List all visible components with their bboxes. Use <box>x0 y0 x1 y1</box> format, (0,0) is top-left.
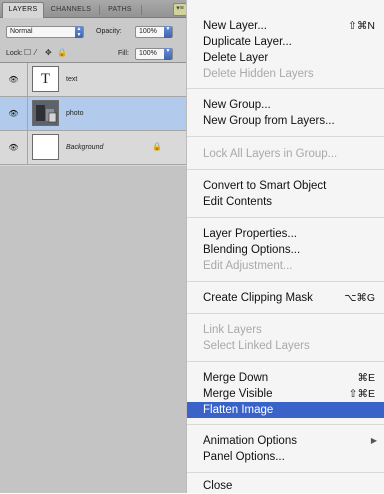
eye-icon[interactable]: 👁 <box>0 97 28 130</box>
menu-item-label: Select Linked Layers <box>203 340 310 352</box>
menu-item-lock-all-layers: Lock All Layers in Group... <box>187 146 384 162</box>
menu-item-link-layers: Link Layers <box>187 322 384 338</box>
lock-all-icon[interactable]: 🔒 <box>57 48 67 57</box>
tab-divider <box>141 5 142 15</box>
layer-row-photo[interactable]: 👁 photo <box>0 97 190 131</box>
lock-brush-icon[interactable]: ⁄ <box>35 48 36 57</box>
eye-icon[interactable]: 👁 <box>0 63 28 96</box>
menu-item-blending-options[interactable]: Blending Options... <box>187 242 384 258</box>
tab-divider <box>99 5 100 15</box>
menu-item-close[interactable]: Close <box>187 478 384 494</box>
menu-item-label: Blending Options... <box>203 244 301 256</box>
layer-row-background[interactable]: 👁 Background 🔒 <box>0 131 190 165</box>
photo-thumbnail-image <box>33 101 58 125</box>
menu-item-label: New Layer... <box>203 20 267 32</box>
menu-item-animation-options[interactable]: Animation Options ▶ <box>187 433 384 449</box>
submenu-arrow-icon: ▶ <box>370 436 377 445</box>
menu-separator <box>187 281 384 282</box>
fill-value: 100% <box>139 50 157 57</box>
menu-separator <box>187 313 384 314</box>
blend-mode-value: Normal <box>10 28 33 35</box>
menu-item-shortcut: ⌥⌘G <box>344 292 375 304</box>
lock-transparent-icon[interactable]: ☐ <box>24 48 31 57</box>
menu-item-flatten-image[interactable]: Flatten Image <box>187 402 384 418</box>
tab-layers[interactable]: LAYERS <box>2 2 44 18</box>
chevron-down-icon: ▼ <box>164 26 172 38</box>
background-layer-thumbnail <box>32 134 59 160</box>
menu-item-label: New Group from Layers... <box>203 115 335 127</box>
menu-item-label: Link Layers <box>203 324 262 336</box>
layer-name: Background <box>66 144 104 151</box>
menu-item-label: Duplicate Layer... <box>203 36 292 48</box>
menu-item-label: Merge Down <box>203 372 269 384</box>
lock-label: Lock: <box>6 50 23 57</box>
tab-paths[interactable]: PATHS <box>102 3 138 17</box>
lock-row: Lock: ☐ ⁄ ✥ 🔒 Fill: 100% ▼ <box>0 44 190 62</box>
photo-layer-thumbnail <box>32 100 59 126</box>
menu-item-select-linked-layers: Select Linked Layers <box>187 338 384 354</box>
menu-item-label: Layer Properties... <box>203 228 297 240</box>
layers-panel-menu: New Layer... ⇧⌘N Duplicate Layer... Dele… <box>186 0 384 493</box>
menu-separator <box>187 169 384 170</box>
menu-separator <box>187 88 384 89</box>
menu-item-duplicate-layer[interactable]: Duplicate Layer... <box>187 34 384 50</box>
menu-item-convert-to-smart-object[interactable]: Convert to Smart Object <box>187 178 384 194</box>
chevron-down-icon: ▼ <box>164 48 172 60</box>
chevron-updown-icon: ▲ ▼ <box>75 26 83 38</box>
menu-item-label: Flatten Image <box>203 404 274 416</box>
menu-separator <box>187 424 384 425</box>
menu-separator <box>187 136 384 137</box>
layers-empty-area <box>0 166 190 493</box>
menu-item-create-clipping-mask[interactable]: Create Clipping Mask ⌥⌘G <box>187 290 384 306</box>
menu-item-panel-options[interactable]: Panel Options... <box>187 449 384 465</box>
menu-item-shortcut: ⇧⌘E <box>348 388 375 400</box>
opacity-value: 100% <box>139 28 157 35</box>
layer-name: text <box>66 76 78 83</box>
layer-row-text[interactable]: 👁 T text <box>0 63 190 97</box>
text-layer-thumbnail: T <box>32 66 59 92</box>
menu-item-edit-contents[interactable]: Edit Contents <box>187 194 384 210</box>
blend-mode-select[interactable]: Normal ▲ ▼ <box>6 26 84 38</box>
panel-menu-icon[interactable]: ▾≡ <box>173 3 187 16</box>
menu-item-label: Delete Layer <box>203 52 269 64</box>
menu-item-label: Delete Hidden Layers <box>203 68 314 80</box>
menu-item-label: Close <box>203 480 233 492</box>
eye-icon[interactable]: 👁 <box>0 131 28 164</box>
menu-item-merge-down[interactable]: Merge Down ⌘E <box>187 370 384 386</box>
menu-item-label: Edit Adjustment... <box>203 260 293 272</box>
menu-item-label: New Group... <box>203 99 271 111</box>
blend-row: Normal ▲ ▼ Opacity: 100% ▼ <box>0 18 190 45</box>
menu-item-label: Merge Visible <box>203 388 273 400</box>
menu-item-label: Panel Options... <box>203 451 285 463</box>
opacity-field[interactable]: 100% ▼ <box>135 26 173 38</box>
menu-separator <box>187 472 384 473</box>
menu-separator <box>187 217 384 218</box>
menu-item-label: Edit Contents <box>203 196 273 208</box>
menu-item-label: Animation Options <box>203 435 297 447</box>
menu-item-delete-hidden-layers: Delete Hidden Layers <box>187 66 384 82</box>
fill-field[interactable]: 100% ▼ <box>135 48 173 60</box>
menu-item-edit-adjustment: Edit Adjustment... <box>187 258 384 274</box>
tab-channels[interactable]: CHANNELS <box>46 3 96 17</box>
opacity-label: Opacity: <box>96 28 122 35</box>
menu-item-merge-visible[interactable]: Merge Visible ⇧⌘E <box>187 386 384 402</box>
menu-item-delete-layer[interactable]: Delete Layer <box>187 50 384 66</box>
menu-item-label: Create Clipping Mask <box>203 292 313 304</box>
menu-item-new-group[interactable]: New Group... <box>187 97 384 113</box>
menu-separator <box>187 361 384 362</box>
lock-move-icon[interactable]: ✥ <box>45 48 52 57</box>
lock-icon: 🔒 <box>152 142 162 151</box>
layer-name: photo <box>66 110 84 117</box>
menu-item-new-group-from-layers[interactable]: New Group from Layers... <box>187 113 384 129</box>
menu-item-layer-properties[interactable]: Layer Properties... <box>187 226 384 242</box>
panel-tab-bar: LAYERS CHANNELS PATHS ▾≡ <box>0 0 190 18</box>
layers-list: 👁 T text 👁 photo 👁 Background 🔒 <box>0 62 190 167</box>
menu-item-shortcut: ⇧⌘N <box>348 20 375 32</box>
menu-item-shortcut: ⌘E <box>357 372 375 384</box>
layers-panel: LAYERS CHANNELS PATHS ▾≡ Normal ▲ ▼ Opaci… <box>0 0 190 493</box>
menu-item-label: Convert to Smart Object <box>203 180 327 192</box>
menu-item-label: Lock All Layers in Group... <box>203 148 338 160</box>
fill-label: Fill: <box>118 50 129 57</box>
menu-item-new-layer[interactable]: New Layer... ⇧⌘N <box>187 18 384 34</box>
